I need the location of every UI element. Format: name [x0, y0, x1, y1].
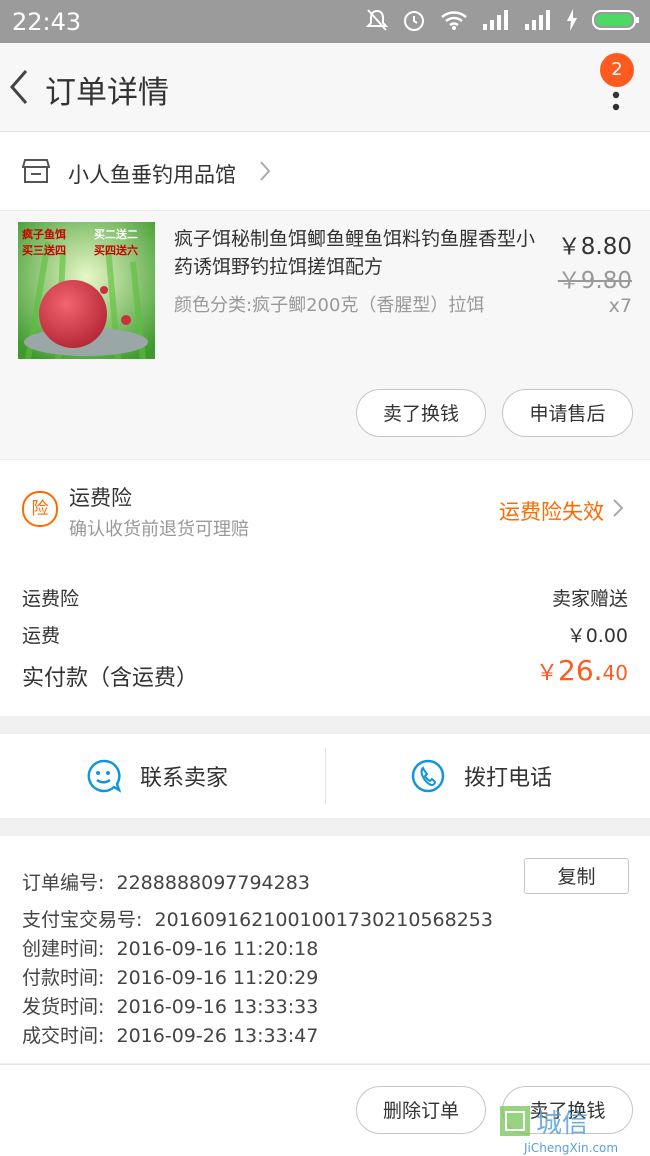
fee-row-shipping: 运费 ￥0.00 [22, 621, 628, 648]
order-info: 订单编号: 2288888097794283 复制 支付宝交易号: 201609… [0, 836, 650, 1063]
after-sales-button[interactable]: 申请售后 [502, 389, 633, 437]
completed-time: 2016-09-26 13:33:47 [116, 1025, 319, 1047]
fee-row-insurance: 运费险 卖家赠送 [22, 584, 628, 611]
contact-seller-label: 联系卖家 [140, 766, 229, 791]
alipay-row: 支付宝交易号: 2016091621001001730210568253 [22, 905, 493, 932]
shipped-time: 2016-09-16 13:33:33 [116, 996, 319, 1018]
total-label: 实付款（含运费） [22, 666, 199, 691]
status-time: 22:43 [12, 8, 82, 36]
paid-label: 付款时间: [22, 967, 105, 989]
contact-seller-button[interactable]: 联系卖家 [86, 758, 228, 794]
mute-icon [366, 9, 388, 31]
phone-icon [411, 759, 445, 793]
shipping-insurance-row[interactable]: 险 运费险 确认收货前退货可理赔 运费险失效 [0, 460, 650, 556]
call-label: 拨打电话 [464, 766, 553, 791]
nav-bar: 订单详情 2 [0, 43, 650, 132]
fee-value: 卖家赠送 [551, 588, 628, 610]
battery-icon [592, 10, 639, 30]
chevron-right-icon [260, 161, 271, 181]
total-decimal: 40 [602, 661, 628, 685]
insurance-title: 运费险 [69, 486, 132, 510]
back-arrow-icon[interactable] [6, 65, 36, 109]
signal-icon-2 [525, 10, 550, 30]
alipay-label: 支付宝交易号: [22, 909, 143, 931]
shop-name: 小人鱼垂钓用品馆 [68, 163, 236, 187]
watermark-logo-text: 城信 [536, 1109, 588, 1139]
chevron-right-icon [613, 499, 624, 517]
charging-icon [567, 9, 577, 31]
product-original-price: ￥9.80 [557, 268, 632, 294]
product-quantity: x7 [608, 295, 632, 317]
created-row: 创建时间: 2016-09-16 11:20:18 [22, 934, 318, 961]
signal-icon [483, 10, 508, 30]
watermark-logo: 城信 JiChengXin.com [500, 1106, 618, 1155]
total-integer: 26. [558, 654, 603, 687]
alarm-icon [404, 11, 424, 31]
shop-row[interactable]: 小人鱼垂钓用品馆 [0, 132, 650, 211]
completed-row: 成交时间: 2016-09-26 13:33:47 [22, 1021, 318, 1048]
insurance-icon: 险 [22, 491, 58, 527]
paid-row: 付款时间: 2016-09-16 11:20:29 [22, 963, 318, 990]
insurance-subtitle: 确认收货前退货可理赔 [69, 519, 249, 540]
product-spec: 颜色分类:疯子鲫200克（香腥型）拉饵 [174, 295, 485, 316]
total-currency: ￥ [536, 661, 559, 686]
divider [325, 748, 326, 804]
completed-label: 成交时间: [22, 1025, 105, 1047]
product-thumbnail[interactable]: 疯子鱼饵 买二送二 买三送四 买四送六 [18, 222, 155, 359]
alipay-number: 2016091621001001730210568253 [154, 909, 493, 931]
thumb-text-1: 疯子鱼饵 [22, 227, 66, 241]
watermark-site: JiChengXin.com [523, 1141, 618, 1155]
sell-for-cash-button[interactable]: 卖了换钱 [356, 389, 486, 437]
total-amount: ￥26.40 [536, 654, 628, 687]
order-number: 2288888097794283 [116, 872, 310, 894]
fee-summary: 运费险 卖家赠送 运费 ￥0.00 实付款（含运费） ￥26.40 [0, 556, 650, 716]
order-number-row: 订单编号: 2288888097794283 [22, 868, 310, 895]
shipped-row: 发货时间: 2016-09-16 13:33:33 [22, 992, 318, 1019]
thumb-text-2: 买二送二 [94, 227, 138, 241]
thumb-text-4: 买四送六 [94, 243, 138, 257]
notification-badge: 2 [600, 53, 634, 87]
thumb-text-3: 买三送四 [22, 243, 66, 257]
order-number-label: 订单编号: [22, 872, 105, 894]
wifi-icon [441, 11, 467, 30]
fee-value: ￥0.00 [566, 625, 628, 647]
call-button[interactable]: 拨打电话 [410, 758, 552, 794]
shipped-label: 发货时间: [22, 996, 105, 1018]
fee-row-total: 实付款（含运费） ￥26.40 [22, 654, 628, 692]
status-bar: 22:43 [0, 0, 650, 43]
delete-order-button[interactable]: 删除订单 [356, 1086, 486, 1134]
product-price: ￥8.80 [557, 234, 632, 260]
insurance-status: 运费险失效 [499, 500, 604, 524]
status-icons [366, 8, 640, 32]
contact-bar: 联系卖家 拨打电话 [0, 734, 650, 818]
chat-icon [87, 759, 122, 793]
copy-button[interactable]: 复制 [524, 858, 629, 894]
fee-label: 运费险 [22, 588, 80, 610]
created-time: 2016-09-16 11:20:18 [116, 938, 319, 960]
paid-time: 2016-09-16 11:20:29 [116, 967, 319, 989]
product-title[interactable]: 疯子饵秘制鱼饵鲫鱼鲤鱼饵料钓鱼腥香型小药诱饵野钓拉饵搓饵配方 [174, 225, 549, 281]
page-title: 订单详情 [45, 75, 169, 111]
shop-icon [22, 159, 50, 183]
fee-label: 运费 [22, 625, 61, 647]
product-card: 疯子鱼饵 买二送二 买三送四 买四送六 疯子饵秘制鱼饵鲫鱼鲤鱼饵料钓鱼腥香型小药… [0, 211, 650, 459]
created-label: 创建时间: [22, 938, 105, 960]
